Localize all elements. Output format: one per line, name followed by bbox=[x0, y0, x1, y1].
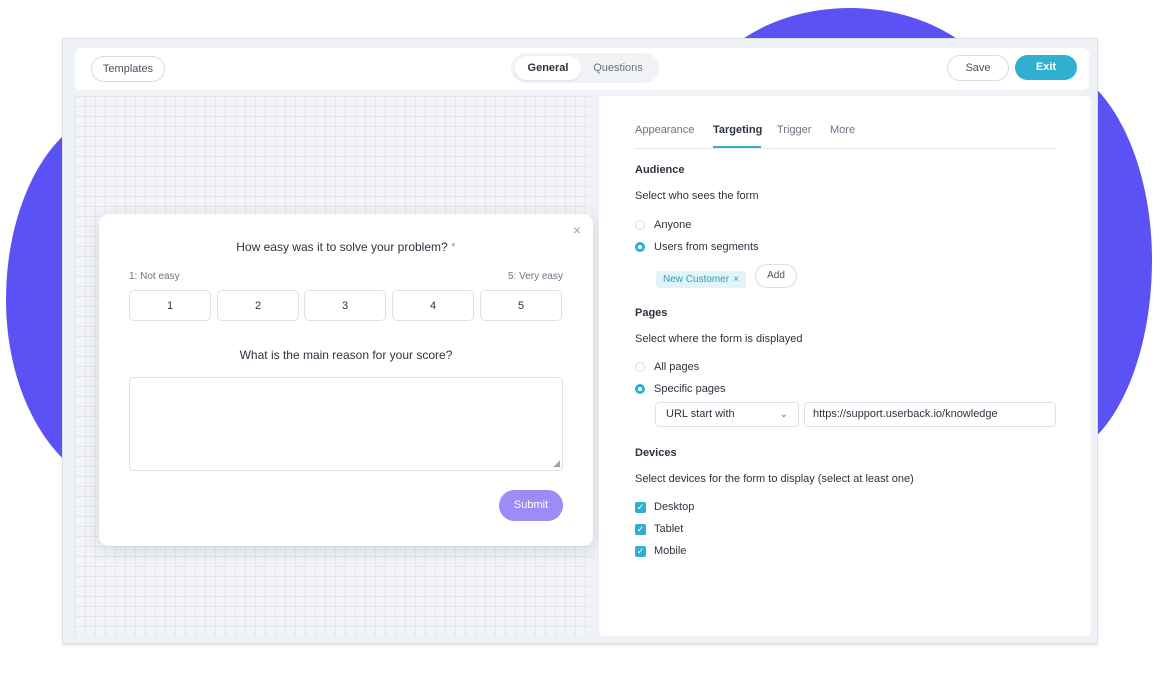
settings-tabs: Appearance Targeting Trigger More bbox=[635, 122, 1055, 149]
settings-panel: Appearance Targeting Trigger More Audien… bbox=[599, 96, 1091, 636]
url-match-select[interactable]: URL start with ⌄ bbox=[655, 402, 799, 427]
add-segment-button[interactable]: Add bbox=[755, 264, 797, 288]
rating-option-5[interactable]: 5 bbox=[480, 290, 562, 321]
preview-canvas: × How easy was it to solve your problem?… bbox=[75, 96, 593, 636]
devices-title: Devices bbox=[635, 447, 677, 459]
segment-questions[interactable]: Questions bbox=[583, 56, 653, 80]
checkbox-desktop[interactable]: ✓ bbox=[635, 502, 646, 513]
chevron-down-icon: ⌄ bbox=[779, 409, 788, 420]
question-1-title: How easy was it to solve your problem? * bbox=[99, 240, 593, 254]
question-1-text: How easy was it to solve your problem? bbox=[236, 240, 448, 254]
url-input[interactable]: https://support.userback.io/knowledge bbox=[804, 402, 1056, 427]
radio-label: Anyone bbox=[654, 219, 692, 231]
submit-button[interactable]: Submit bbox=[499, 490, 563, 521]
rating-option-4[interactable]: 4 bbox=[392, 290, 474, 321]
segment-chip[interactable]: New Customer × bbox=[656, 271, 746, 288]
question-2-title: What is the main reason for your score? bbox=[239, 348, 453, 362]
pages-subtitle: Select where the form is displayed bbox=[635, 333, 803, 345]
segment-general[interactable]: General bbox=[515, 56, 581, 80]
active-tab-indicator bbox=[713, 146, 761, 148]
exit-button[interactable]: Exit bbox=[1015, 55, 1077, 80]
radio-all-pages[interactable] bbox=[635, 362, 645, 372]
checkbox-tablet[interactable]: ✓ bbox=[635, 524, 646, 535]
tab-targeting[interactable]: Targeting bbox=[713, 124, 762, 136]
scale-low-label: 1: Not easy bbox=[129, 271, 180, 282]
tab-trigger[interactable]: Trigger bbox=[777, 124, 811, 136]
url-match-value: URL start with bbox=[666, 408, 735, 420]
radio-segments[interactable] bbox=[635, 242, 645, 252]
reason-textarea[interactable]: ◢ bbox=[129, 377, 563, 471]
devices-subtitle: Select devices for the form to display (… bbox=[635, 473, 914, 485]
rating-option-2[interactable]: 2 bbox=[217, 290, 299, 321]
audience-subtitle: Select who sees the form bbox=[635, 190, 759, 202]
required-mark: * bbox=[451, 240, 456, 254]
survey-form-preview: × How easy was it to solve your problem?… bbox=[99, 214, 593, 546]
pages-title: Pages bbox=[635, 307, 668, 319]
radio-label: All pages bbox=[654, 361, 700, 373]
remove-chip-icon[interactable]: × bbox=[733, 274, 739, 285]
radio-specific-pages[interactable] bbox=[635, 384, 645, 394]
tab-appearance[interactable]: Appearance bbox=[635, 124, 694, 136]
save-button[interactable]: Save bbox=[947, 55, 1009, 81]
templates-button[interactable]: Templates bbox=[91, 56, 165, 82]
rating-option-3[interactable]: 3 bbox=[304, 290, 386, 321]
form-builder-window: Templates General Questions Save Exit × … bbox=[62, 38, 1098, 644]
scale-high-label: 5: Very easy bbox=[507, 271, 563, 282]
radio-label: Specific pages bbox=[654, 383, 726, 395]
radio-anyone[interactable] bbox=[635, 220, 645, 230]
rating-option-1[interactable]: 1 bbox=[129, 290, 211, 321]
rating-scale: 1 2 3 4 5 bbox=[129, 290, 563, 322]
audience-title: Audience bbox=[635, 164, 685, 176]
segment-chip-label: New Customer bbox=[663, 274, 730, 285]
radio-label: Users from segments bbox=[654, 241, 759, 253]
view-segment-control: General Questions bbox=[511, 53, 659, 83]
checkbox-label: Desktop bbox=[654, 501, 695, 513]
tab-more[interactable]: More bbox=[830, 124, 855, 136]
checkbox-label: Mobile bbox=[654, 545, 687, 557]
close-icon[interactable]: × bbox=[573, 222, 581, 238]
checkbox-label: Tablet bbox=[654, 523, 684, 535]
resize-handle-icon[interactable]: ◢ bbox=[553, 458, 560, 469]
top-toolbar: Templates General Questions Save Exit bbox=[75, 48, 1089, 90]
checkbox-mobile[interactable]: ✓ bbox=[635, 546, 646, 557]
